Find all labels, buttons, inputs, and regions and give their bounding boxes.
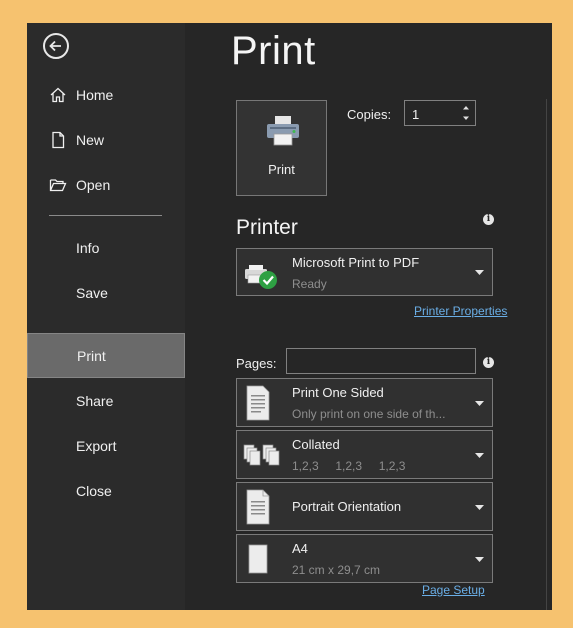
print-button-label: Print [268, 162, 295, 177]
sidebar-item-label: Close [76, 483, 112, 499]
collation-sequence-item: 1,2,3 [292, 459, 319, 473]
print-panel: Print Print Copies: Printer i [185, 23, 552, 610]
sidebar-item-new[interactable]: New [27, 119, 185, 161]
print-button[interactable]: Print [236, 100, 327, 196]
page-setup-link[interactable]: Page Setup [422, 583, 485, 597]
chevron-down-icon [475, 505, 484, 510]
info-icon[interactable]: i [483, 214, 494, 225]
sides-subtitle: Only print on one side of th... [292, 407, 446, 421]
printer-dropdown[interactable]: Microsoft Print to PDF Ready [236, 248, 493, 296]
pages-label: Pages: [236, 356, 277, 371]
collation-sequence-item: 1,2,3 [335, 459, 363, 473]
sidebar-item-info[interactable]: Info [27, 227, 185, 269]
sidebar-item-label: Print [77, 347, 106, 364]
sides-title: Print One Sided [292, 385, 384, 400]
backstage-window: Home New Open Info Save Print Share Expo… [27, 23, 552, 610]
sidebar-item-label: Home [76, 87, 114, 103]
printer-icon [267, 116, 299, 146]
paper-size-subtitle: 21 cm x 29,7 cm [292, 563, 381, 577]
home-icon [50, 87, 66, 103]
paper-size-icon [248, 544, 268, 574]
sides-dropdown[interactable]: Print One Sided Only print on one side o… [236, 378, 493, 427]
info-icon[interactable]: i [483, 357, 494, 368]
paper-size-title: A4 [292, 541, 308, 556]
copies-input[interactable] [405, 101, 464, 127]
sidebar: Home New Open Info Save Print Share Expo… [27, 23, 185, 610]
printer-properties-link[interactable]: Printer Properties [414, 304, 507, 318]
collation-title: Collated [292, 437, 340, 452]
sidebar-item-open[interactable]: Open [27, 164, 185, 206]
new-document-icon [52, 131, 65, 149]
copies-label: Copies: [347, 107, 392, 122]
chevron-down-icon [475, 401, 484, 406]
paper-size-dropdown[interactable]: A4 21 cm x 29,7 cm [236, 534, 493, 583]
one-sided-page-icon [246, 385, 270, 421]
pages-input[interactable] [286, 348, 476, 374]
sidebar-item-label: Export [76, 438, 117, 454]
page-title: Print [231, 29, 316, 73]
preview-divider [546, 99, 547, 610]
chevron-down-icon [475, 557, 484, 562]
sidebar-item-close[interactable]: Close [27, 470, 185, 512]
copies-stepper[interactable] [404, 100, 476, 127]
printer-ready-icon [245, 265, 277, 289]
sidebar-item-label: New [76, 132, 105, 148]
sidebar-item-save[interactable]: Save [27, 272, 185, 314]
sidebar-divider [49, 215, 162, 216]
sidebar-item-home[interactable]: Home [27, 74, 185, 116]
collated-pages-icon [243, 444, 280, 466]
sidebar-item-label: Share [76, 393, 114, 409]
back-button[interactable] [43, 33, 69, 59]
orientation-dropdown[interactable]: Portrait Orientation [236, 482, 493, 531]
printer-section-title: Printer [236, 216, 298, 239]
orientation-title: Portrait Orientation [292, 499, 402, 514]
arrow-left-icon [49, 40, 61, 52]
sidebar-item-label: Open [76, 177, 111, 193]
collation-sequence-item: 1,2,3 [378, 459, 406, 473]
sidebar-item-share[interactable]: Share [27, 380, 185, 422]
spin-up-icon[interactable] [461, 102, 471, 113]
printer-status: Ready [292, 277, 327, 291]
sidebar-item-print[interactable]: Print [27, 333, 185, 378]
sidebar-item-label: Save [76, 285, 108, 301]
sidebar-item-label: Info [76, 240, 100, 256]
chevron-down-icon [475, 270, 484, 275]
printer-name: Microsoft Print to PDF [292, 255, 420, 270]
collation-dropdown[interactable]: Collated 1,2,3 1,2,3 1,2,3 [236, 430, 493, 479]
collation-sequence: 1,2,3 1,2,3 1,2,3 [292, 459, 419, 473]
spin-down-icon[interactable] [461, 113, 471, 124]
portrait-page-icon [246, 489, 270, 525]
folder-open-icon [49, 179, 67, 192]
sidebar-item-export[interactable]: Export [27, 425, 185, 467]
chevron-down-icon [475, 453, 484, 458]
